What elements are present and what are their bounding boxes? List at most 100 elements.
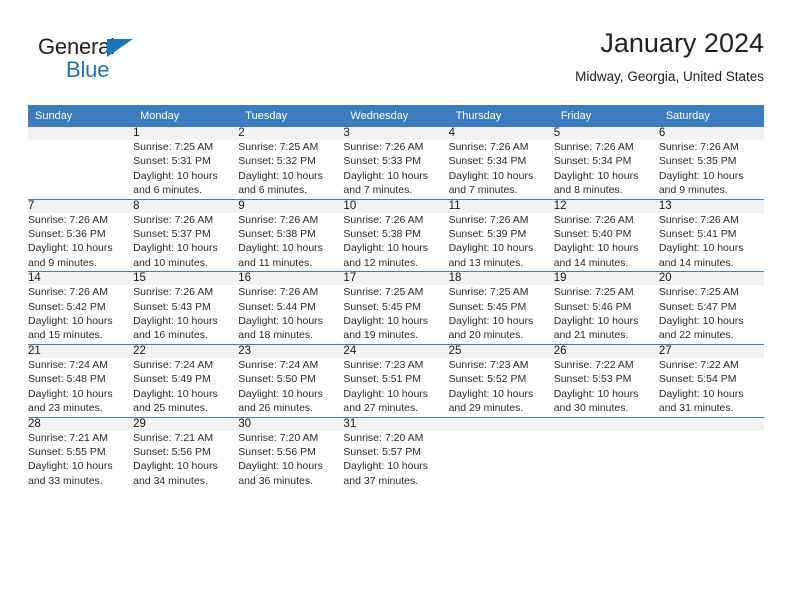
daylight-duration: Daylight: 10 hours <box>133 169 218 182</box>
day-number-15[interactable]: 15 <box>133 271 239 286</box>
day-number-7[interactable]: 7 <box>28 199 134 213</box>
sunrise-time: Sunrise: 7:26 AM <box>343 213 424 226</box>
daylight-duration-cont: and 25 minutes. <box>133 402 208 415</box>
weekday-header-thursday: Thursday <box>448 105 554 127</box>
daylight-duration-cont: and 33 minutes. <box>28 474 103 487</box>
day-number-row: 123456 <box>28 127 764 140</box>
day-number-24[interactable]: 24 <box>343 344 449 358</box>
day-number-29[interactable]: 29 <box>133 417 239 431</box>
daylight-duration-cont: and 27 minutes. <box>343 402 419 415</box>
daylight-duration: Daylight: 10 hours <box>553 169 639 182</box>
daylight-duration-cont: and 26 minutes. <box>238 402 313 415</box>
day-number-3[interactable]: 3 <box>343 127 449 140</box>
sunrise-time: Sunrise: 7:21 AM <box>28 431 108 444</box>
day-details-12: Sunrise: 7:26 AM Sunset: 5:40 PM Daylight:… <box>554 213 659 271</box>
weekday-header-sunday: Sunday <box>28 105 134 127</box>
day-details-30: Sunrise: 7:20 AM Sunset: 5:56 PM Daylight:… <box>238 431 343 489</box>
day-details-15: Sunrise: 7:26 AM Sunset: 5:43 PM Daylight:… <box>133 285 238 343</box>
daylight-duration-cont: and 34 minutes. <box>133 474 208 487</box>
day-cell-empty <box>28 127 134 140</box>
title-block: January 2024 Midway, Georgia, United Sta… <box>575 26 764 87</box>
day-number-28[interactable]: 28 <box>28 417 134 431</box>
day-cell-empty <box>448 417 554 431</box>
page-title: January 2024 <box>600 28 764 58</box>
day-details-empty <box>659 431 764 489</box>
sunset-time: Sunset: 5:57 PM <box>343 445 422 458</box>
day-number-16[interactable]: 16 <box>238 271 344 286</box>
day-number-6[interactable]: 6 <box>658 127 764 140</box>
daylight-duration-cont: and 23 minutes. <box>28 402 103 415</box>
day-details-empty <box>28 140 133 198</box>
day-number-1[interactable]: 1 <box>133 127 239 140</box>
day-number-22[interactable]: 22 <box>133 344 239 358</box>
daylight-duration: Daylight: 10 hours <box>448 387 534 400</box>
day-number-17[interactable]: 17 <box>343 271 449 286</box>
sunset-time: Sunset: 5:40 PM <box>553 228 632 241</box>
day-number-21[interactable]: 21 <box>28 344 134 358</box>
sunrise-time: Sunrise: 7:26 AM <box>448 141 529 153</box>
triangle-icon <box>107 39 133 57</box>
daylight-duration: Daylight: 10 hours <box>28 387 113 400</box>
sunrise-time: Sunrise: 7:26 AM <box>658 213 739 226</box>
day-number-19[interactable]: 19 <box>553 271 659 286</box>
logo-text-blue: Blue <box>66 57 110 82</box>
day-number-30[interactable]: 30 <box>238 417 344 431</box>
daylight-duration: Daylight: 10 hours <box>553 242 639 255</box>
sunset-time: Sunset: 5:31 PM <box>133 155 211 168</box>
sunrise-time: Sunrise: 7:26 AM <box>553 213 634 226</box>
day-details-8: Sunrise: 7:26 AM Sunset: 5:37 PM Daylight:… <box>133 213 238 271</box>
daylight-duration-cont: and 22 minutes. <box>658 329 734 342</box>
day-number-26[interactable]: 26 <box>553 344 659 358</box>
sunrise-time: Sunrise: 7:26 AM <box>133 286 214 299</box>
daylight-duration-cont: and 6 minutes. <box>238 184 308 197</box>
daylight-duration: Daylight: 10 hours <box>448 315 534 328</box>
sunset-time: Sunset: 5:51 PM <box>343 373 422 386</box>
day-details-9: Sunrise: 7:26 AM Sunset: 5:38 PM Daylight:… <box>238 213 343 271</box>
daylight-duration-cont: and 29 minutes. <box>448 402 524 415</box>
daylight-duration: Daylight: 10 hours <box>658 169 744 182</box>
daylight-duration-cont: and 30 minutes. <box>553 402 629 415</box>
day-cell-empty <box>553 417 659 431</box>
day-number-11[interactable]: 11 <box>448 199 554 213</box>
day-number-27[interactable]: 27 <box>658 344 764 358</box>
weekday-header-wednesday: Wednesday <box>343 105 449 127</box>
daylight-duration-cont: and 13 minutes. <box>448 256 524 269</box>
day-number-8[interactable]: 8 <box>133 199 239 213</box>
day-details-23: Sunrise: 7:24 AM Sunset: 5:50 PM Daylight:… <box>238 358 343 416</box>
sunrise-time: Sunrise: 7:25 AM <box>238 141 319 153</box>
day-number-25[interactable]: 25 <box>448 344 554 358</box>
sunset-time: Sunset: 5:56 PM <box>133 445 211 458</box>
day-number-20[interactable]: 20 <box>658 271 764 286</box>
daylight-duration: Daylight: 10 hours <box>238 169 323 182</box>
daylight-duration: Daylight: 10 hours <box>238 460 323 473</box>
sunset-time: Sunset: 5:49 PM <box>133 373 211 386</box>
daylight-duration-cont: and 20 minutes. <box>448 329 524 342</box>
day-number-23[interactable]: 23 <box>238 344 344 358</box>
generalblue-logo[interactable]: General Blue <box>38 34 168 88</box>
sunset-time: Sunset: 5:37 PM <box>133 228 211 241</box>
daylight-duration: Daylight: 10 hours <box>238 315 323 328</box>
day-number-4[interactable]: 4 <box>448 127 554 140</box>
daylight-duration-cont: and 9 minutes. <box>658 184 728 197</box>
day-number-18[interactable]: 18 <box>448 271 554 286</box>
day-details-13: Sunrise: 7:26 AM Sunset: 5:41 PM Daylight:… <box>659 213 764 271</box>
day-details-14: Sunrise: 7:26 AM Sunset: 5:42 PM Daylight:… <box>28 285 133 343</box>
sunset-time: Sunset: 5:38 PM <box>238 228 316 241</box>
day-number-31[interactable]: 31 <box>343 417 449 431</box>
day-number-2[interactable]: 2 <box>238 127 344 140</box>
day-number-14[interactable]: 14 <box>28 271 134 286</box>
daylight-duration-cont: and 37 minutes. <box>343 474 419 487</box>
daylight-duration-cont: and 21 minutes. <box>553 329 629 342</box>
day-number-5[interactable]: 5 <box>553 127 659 140</box>
sunrise-time: Sunrise: 7:25 AM <box>658 286 739 299</box>
day-number-10[interactable]: 10 <box>343 199 449 213</box>
day-number-9[interactable]: 9 <box>238 199 344 213</box>
day-number-12[interactable]: 12 <box>553 199 659 213</box>
day-number-13[interactable]: 13 <box>658 199 764 213</box>
day-details-11: Sunrise: 7:26 AM Sunset: 5:39 PM Daylight:… <box>449 213 554 271</box>
sunset-time: Sunset: 5:33 PM <box>343 155 422 168</box>
day-cell-empty <box>658 417 764 431</box>
day-content-row: Sunrise: 7:26 AM Sunset: 5:42 PM Daylight:… <box>28 285 764 343</box>
daylight-duration: Daylight: 10 hours <box>343 315 429 328</box>
sunset-time: Sunset: 5:44 PM <box>238 300 316 313</box>
